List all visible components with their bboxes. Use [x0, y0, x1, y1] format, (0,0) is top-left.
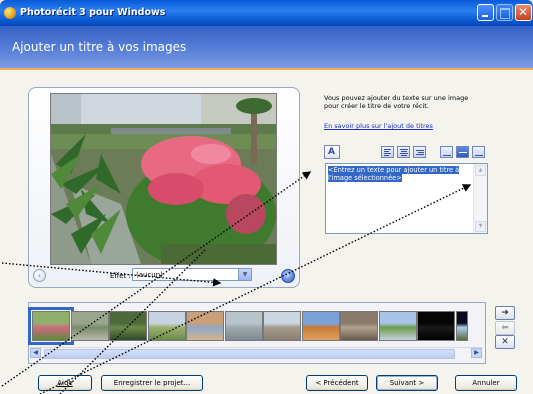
filmstrip-thumbnail[interactable] [28, 307, 74, 345]
window-title: Photorécit 3 pour Windows [20, 7, 166, 18]
next-photo-button[interactable]: › [281, 269, 295, 283]
textarea-scrollbar[interactable]: ▲ ▼ [473, 164, 487, 233]
align-middle-right-button[interactable] [472, 146, 485, 158]
next-button[interactable]: Suivant > [376, 375, 438, 391]
move-right-button[interactable]: ➜ [495, 306, 515, 320]
align-top-left-button[interactable] [381, 146, 394, 158]
effect-select[interactable]: (aucun) ▼ [132, 268, 252, 281]
filmstrip-thumbnail[interactable] [417, 311, 455, 341]
learn-more-link[interactable]: En savoir plus sur l'ajout de titres [324, 122, 433, 130]
font-icon: A [328, 147, 335, 157]
font-button[interactable]: A [324, 145, 340, 159]
page-title: Ajouter un titre à vos images [12, 40, 187, 54]
filmstrip-thumbnail[interactable] [70, 311, 109, 341]
instructions-text: Vous pouvez ajouter du texte sur une ima… [324, 94, 469, 111]
app-icon [4, 7, 16, 19]
filmstrip-scroll-thumb[interactable] [44, 349, 455, 359]
chevron-right-icon: › [286, 271, 290, 280]
maximize-button[interactable] [496, 4, 513, 21]
help-button[interactable]: Aide [38, 375, 92, 391]
move-left-button[interactable]: ⬅ [495, 321, 515, 335]
arrow-left-icon: ⬅ [501, 323, 509, 333]
filmstrip-thumbnail[interactable] [263, 311, 301, 341]
close-icon: ✕ [518, 5, 529, 19]
filmstrip-thumbnail[interactable] [109, 311, 147, 341]
minimize-icon [482, 15, 488, 17]
title-textarea[interactable]: <Entrez un texte pour ajouter un titre à… [325, 163, 488, 234]
filmstrip-thumbnail[interactable] [301, 311, 340, 341]
filmstrip-thumbnail[interactable] [378, 311, 417, 341]
chevron-down-icon[interactable]: ▼ [238, 269, 251, 280]
filmstrip-thumbnail[interactable] [224, 311, 263, 341]
chevron-left-icon: ‹ [37, 271, 42, 280]
previous-button[interactable]: < Précédent [306, 375, 368, 391]
page-header: Ajouter un titre à vos images [0, 26, 533, 68]
remove-icon: ✕ [501, 337, 509, 347]
previous-photo-button[interactable]: ‹ [33, 269, 46, 282]
photorecit-window: Photorécit 3 pour Windows ✕ Ajouter un t… [0, 0, 533, 394]
scroll-up-icon[interactable]: ▲ [475, 165, 486, 176]
minimize-button[interactable] [477, 4, 494, 21]
effect-label: Effet : [110, 272, 131, 280]
align-top-center-button[interactable] [397, 146, 410, 158]
filmstrip-thumbnail[interactable] [455, 311, 468, 341]
title-bar[interactable]: Photorécit 3 pour Windows ✕ [0, 0, 533, 26]
arrow-right-icon: ➜ [501, 308, 509, 318]
selected-photo-preview [50, 93, 277, 265]
close-button[interactable]: ✕ [515, 4, 532, 21]
filmstrip-thumbnail[interactable] [186, 311, 224, 341]
save-project-button[interactable]: Enregistrer le projet... [101, 375, 203, 391]
align-top-right-button[interactable] [413, 146, 426, 158]
filmstrip-scrollbar[interactable] [30, 347, 482, 360]
scroll-down-icon[interactable]: ▼ [475, 221, 486, 232]
filmstrip-thumbnail[interactable] [147, 311, 186, 341]
title-text-selection: <Entrez un texte pour ajouter un titre à… [328, 166, 460, 182]
scroll-left-icon[interactable]: ◀ [30, 348, 41, 358]
filmstrip-thumbnail[interactable] [340, 311, 378, 341]
align-middle-left-button[interactable] [440, 146, 453, 158]
remove-photo-button[interactable]: ✕ [495, 335, 515, 349]
effect-value: (aucun) [136, 271, 163, 279]
scroll-right-icon[interactable]: ▶ [471, 348, 482, 358]
cancel-button[interactable]: Annuler [455, 375, 517, 391]
align-middle-center-button[interactable] [456, 146, 469, 158]
maximize-icon [500, 8, 510, 19]
